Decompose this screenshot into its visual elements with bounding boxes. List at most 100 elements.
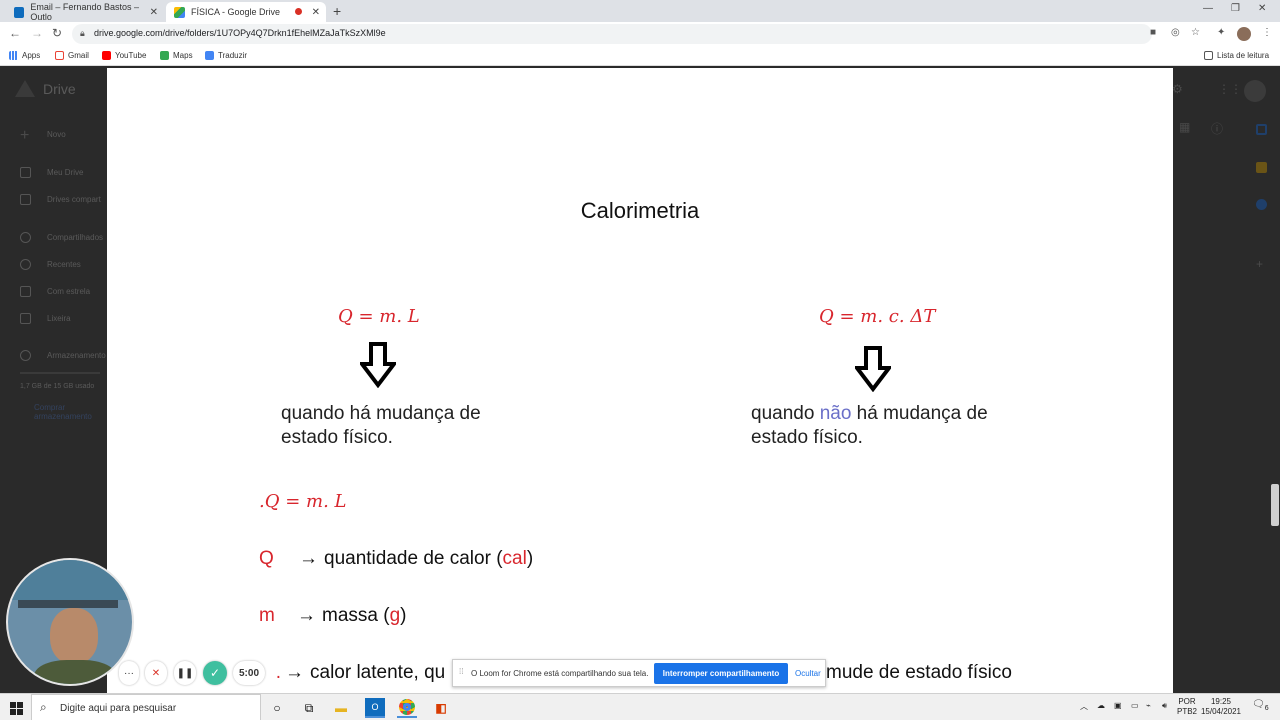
close-tab-icon[interactable]: ✕ (312, 7, 320, 18)
url-text: drive.google.com/drive/folders/1U7OPy4Q7… (94, 28, 386, 38)
loom-pause-button[interactable]: ❚❚ (174, 661, 196, 685)
battery-icon[interactable]: ▭ (1131, 701, 1139, 711)
task-view-icon[interactable]: ⧉ (299, 698, 319, 718)
minimize-icon[interactable]: — (1203, 3, 1213, 14)
notifications-icon[interactable]: 🗨︎6 (1252, 700, 1269, 714)
language-indicator[interactable]: POR PTB2 (1177, 697, 1197, 717)
windows-start-icon[interactable] (6, 698, 26, 718)
loom-finish-button[interactable]: ✓ (203, 661, 227, 685)
scrollbar[interactable] (1271, 484, 1279, 526)
bookmark-youtube[interactable]: YouTube (102, 51, 146, 60)
row-mass: m → massa (g) (259, 605, 407, 626)
outlook-taskbar-icon[interactable]: O (365, 698, 385, 718)
down-arrow-icon (360, 342, 396, 388)
office-taskbar-icon[interactable]: ◧ (431, 698, 451, 718)
storage-bar (20, 372, 100, 374)
bookmark-traduzir[interactable]: Traduzir (205, 51, 247, 60)
caption-latent: quando há mudança de estado físico. (281, 403, 481, 448)
browser-toolbar: ← → ↻ 🔒︎ drive.google.com/drive/folders/… (0, 22, 1280, 46)
loom-more-button[interactable]: ··· (119, 661, 139, 685)
apps-launcher-icon[interactable]: ⋮⋮ (1218, 82, 1242, 96)
formula-latent: Q = m. L (338, 306, 420, 327)
camera-icon[interactable]: ■ (1150, 27, 1156, 38)
share-message: O Loom for Chrome está compartilhando su… (471, 669, 649, 678)
webcam-background (8, 560, 132, 600)
network-icon[interactable]: ⌁ (1146, 701, 1151, 711)
taskbar-search[interactable]: ⌕ Digite aqui para pesquisar (31, 694, 261, 720)
recording-icon (295, 8, 302, 15)
sidebar-item-shared-drives[interactable]: Drives compart (47, 195, 101, 204)
tray-app-icon[interactable]: ▣ (1114, 701, 1122, 711)
bookmarks-bar: Apps Gmail YouTube Maps Traduzir Lista d… (0, 46, 1280, 66)
tab-strip: Email – Fernando Bastos – Outlo ✕ FÍSICA… (0, 0, 1280, 22)
tab-email[interactable]: Email – Fernando Bastos – Outlo ✕ (6, 2, 164, 22)
loom-extension-icon[interactable]: ◎ (1171, 27, 1180, 38)
chrome-taskbar-icon[interactable] (397, 698, 417, 718)
sidebar-item-my-drive[interactable]: Meu Drive (47, 168, 83, 177)
new-button[interactable]: Novo (47, 130, 66, 139)
calendar-icon[interactable] (1256, 124, 1267, 135)
bookmark-gmail[interactable]: Gmail (55, 51, 89, 60)
close-window-icon[interactable]: ✕ (1258, 3, 1266, 14)
presentation-slide: Calorimetria Q = m. L Q = m. c. ΔT quand… (107, 68, 1173, 693)
slide-title: Calorimetria (580, 198, 700, 223)
stop-sharing-button[interactable]: Interromper compartilhamento (654, 663, 788, 684)
sidebar-item-starred[interactable]: Com estrela (47, 287, 90, 296)
address-bar[interactable]: 🔒︎ drive.google.com/drive/folders/1U7OPy… (72, 24, 1152, 44)
tasks-icon[interactable] (1256, 199, 1267, 210)
clock[interactable]: 19:25 15/04/2021 (1200, 697, 1242, 717)
row-heat: Q → quantidade de calor (cal) (259, 548, 534, 569)
tab-title: FÍSICA - Google Drive (191, 7, 281, 17)
webcam-bubble[interactable] (6, 558, 134, 686)
lock-icon: 🔒︎ (80, 28, 85, 38)
sidebar-item-trash[interactable]: Lixeira (47, 314, 71, 323)
sidebar-item-storage[interactable]: Armazenamento (47, 351, 106, 360)
drag-handle-icon[interactable]: ⁞⁞ (459, 667, 463, 676)
clock-icon (20, 259, 31, 270)
maximize-icon[interactable]: ❐ (1231, 3, 1240, 14)
profile-avatar[interactable] (1237, 27, 1251, 41)
reload-icon[interactable]: ↻ (52, 26, 62, 40)
cloud-icon (20, 350, 31, 361)
sidebar-item-shared[interactable]: Compartilhados (47, 233, 103, 242)
extensions-icon[interactable]: ✦ (1217, 27, 1225, 38)
storage-used: 1,7 GB de 15 GB usado (20, 383, 95, 390)
buy-storage-link[interactable]: Comprar armazenamento (34, 403, 104, 421)
bookmark-maps[interactable]: Maps (160, 51, 193, 60)
volume-icon[interactable]: 🔊︎ (1162, 701, 1167, 711)
sidebar-item-recent[interactable]: Recentes (47, 260, 81, 269)
keep-icon[interactable] (1256, 162, 1267, 173)
grid-view-icon[interactable]: ▦ (1179, 120, 1190, 134)
bookmark-apps[interactable]: Apps (9, 51, 40, 60)
drive-icon (174, 6, 185, 18)
row-latent-tail: mude de estado físico (826, 662, 1012, 683)
new-tab-icon[interactable]: + (333, 3, 341, 19)
people-icon (20, 232, 31, 243)
reading-list[interactable]: Lista de leitura (1204, 51, 1269, 60)
tab-drive[interactable]: FÍSICA - Google Drive ✕ (166, 2, 326, 22)
add-addon-icon[interactable]: + (1256, 257, 1263, 271)
back-icon[interactable]: ← (9, 26, 21, 40)
webcam-ceiling (18, 600, 118, 608)
windows-taskbar: ⌕ Digite aqui para pesquisar ○ ⧉ ▬ O ◧ ︿… (0, 693, 1280, 720)
shared-drives-icon (20, 194, 31, 205)
plus-icon: + (20, 127, 30, 144)
outlook-icon (14, 6, 25, 18)
cortana-icon[interactable]: ○ (267, 698, 287, 718)
bookmark-star-icon[interactable]: ☆ (1191, 27, 1200, 38)
onedrive-icon[interactable]: ☁ (1097, 701, 1105, 711)
menu-icon[interactable]: ⋮ (1262, 27, 1272, 38)
close-tab-icon[interactable]: ✕ (150, 7, 158, 18)
settings-icon[interactable]: ⚙ (1172, 82, 1183, 96)
account-avatar[interactable] (1244, 80, 1266, 102)
caption-sensible: quando não há mudança de estado físico. (751, 403, 988, 448)
star-icon (20, 286, 31, 297)
file-explorer-icon[interactable]: ▬ (331, 698, 351, 718)
formula-sensible: Q = m. c. ΔT (819, 306, 936, 327)
loom-timer: 5:00 (233, 661, 265, 685)
info-icon[interactable]: ⓘ (1211, 120, 1223, 137)
forward-icon[interactable]: → (31, 26, 43, 40)
hide-button[interactable]: Ocultar (795, 669, 821, 678)
tray-chevron-icon[interactable]: ︿ (1080, 702, 1088, 712)
loom-cancel-button[interactable]: ✕ (145, 661, 167, 685)
